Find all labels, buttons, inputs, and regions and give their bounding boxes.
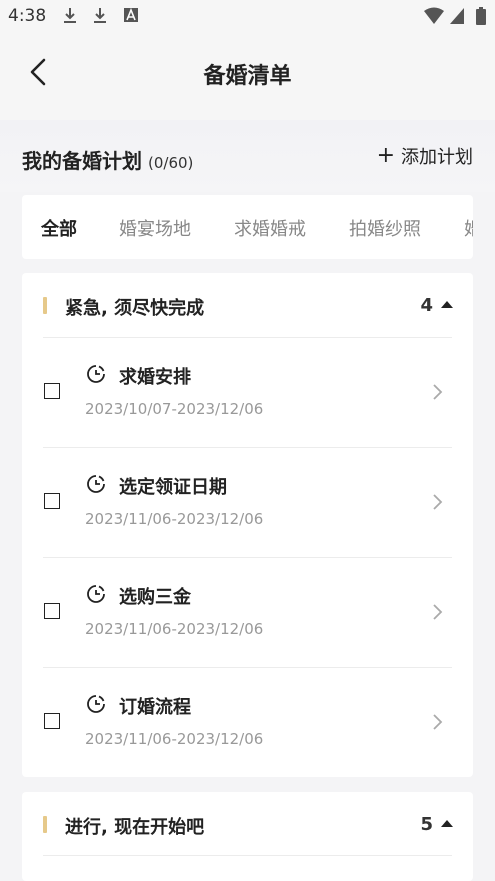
- chevron-right-icon: [433, 604, 443, 620]
- tab-more[interactable]: 婚: [464, 215, 473, 241]
- task-date: 2023/11/06-2023/12/06: [85, 620, 264, 638]
- download-icon: [94, 8, 106, 23]
- task-item[interactable]: 订婚流程 2023/11/06-2023/12/06: [22, 668, 473, 777]
- clock-icon: [87, 475, 105, 493]
- collapse-arrow-icon[interactable]: [441, 301, 453, 308]
- tab-proposal-ring[interactable]: 求婚婚戒: [234, 215, 306, 241]
- section-accent-bar: [43, 297, 47, 314]
- task-title: 选购三金: [119, 587, 191, 608]
- page-title: 备婚清单: [203, 64, 292, 89]
- section-header[interactable]: 进行, 现在开始吧 5: [22, 792, 473, 856]
- clock-icon: [87, 365, 105, 383]
- tab-wedding-photos[interactable]: 拍婚纱照: [349, 215, 421, 241]
- task-title: 订婚流程: [119, 697, 191, 718]
- task-checkbox[interactable]: [44, 603, 60, 619]
- plan-title-text: 我的备婚计划: [22, 149, 142, 173]
- task-title: 求婚安排: [119, 367, 191, 388]
- chevron-right-icon: [433, 384, 443, 400]
- plan-count: (0/60): [148, 154, 194, 172]
- task-checkbox[interactable]: [44, 493, 60, 509]
- divider: [43, 855, 452, 856]
- tab-all[interactable]: 全部: [41, 215, 77, 241]
- task-item[interactable]: 求婚安排 2023/10/07-2023/12/06: [22, 338, 473, 448]
- signal-icon: [450, 8, 464, 24]
- plus-icon: +: [376, 143, 395, 168]
- section-urgent: 紧急, 须尽快完成 4 求婚安排 2023/10/07-2023/12/06 选…: [22, 273, 473, 777]
- task-title: 选定领证日期: [119, 477, 227, 498]
- task-item[interactable]: 选购三金 2023/11/06-2023/12/06: [22, 558, 473, 668]
- section-title: 紧急, 须尽快完成: [65, 298, 205, 319]
- nav-bar: 备婚清单: [0, 34, 495, 120]
- task-checkbox[interactable]: [44, 713, 60, 729]
- section-title: 进行, 现在开始吧: [65, 817, 205, 838]
- collapse-arrow-icon[interactable]: [441, 820, 453, 827]
- section-in-progress: 进行, 现在开始吧 5: [22, 792, 473, 881]
- status-bar: 4:38: [0, 0, 495, 34]
- battery-icon: [476, 7, 486, 25]
- clock-icon: [87, 585, 105, 603]
- section-accent-bar: [43, 816, 47, 833]
- download-icon: [64, 8, 76, 23]
- status-time: 4:38: [8, 6, 47, 26]
- section-count: 5: [420, 814, 433, 835]
- section-header[interactable]: 紧急, 须尽快完成 4: [22, 273, 473, 337]
- task-date: 2023/11/06-2023/12/06: [85, 730, 264, 748]
- tab-banquet-venue[interactable]: 婚宴场地: [119, 215, 191, 241]
- task-checkbox[interactable]: [44, 383, 60, 399]
- task-item[interactable]: 选定领证日期 2023/11/06-2023/12/06: [22, 448, 473, 558]
- add-plan-label: 添加计划: [401, 147, 473, 168]
- plan-title: 我的备婚计划 (0/60): [22, 145, 193, 174]
- plan-header: 我的备婚计划 (0/60) + 添加计划: [0, 120, 495, 192]
- section-count: 4: [420, 295, 433, 316]
- add-plan-button[interactable]: + 添加计划: [377, 143, 473, 169]
- chevron-right-icon: [433, 714, 443, 730]
- task-date: 2023/10/07-2023/12/06: [85, 400, 264, 418]
- category-tabs: 全部 婚宴场地 求婚婚戒 拍婚纱照 婚: [22, 195, 473, 259]
- task-date: 2023/11/06-2023/12/06: [85, 510, 264, 528]
- chevron-right-icon: [433, 494, 443, 510]
- app-notification-icon: [124, 7, 138, 22]
- clock-icon: [87, 695, 105, 713]
- wifi-icon: [424, 7, 444, 24]
